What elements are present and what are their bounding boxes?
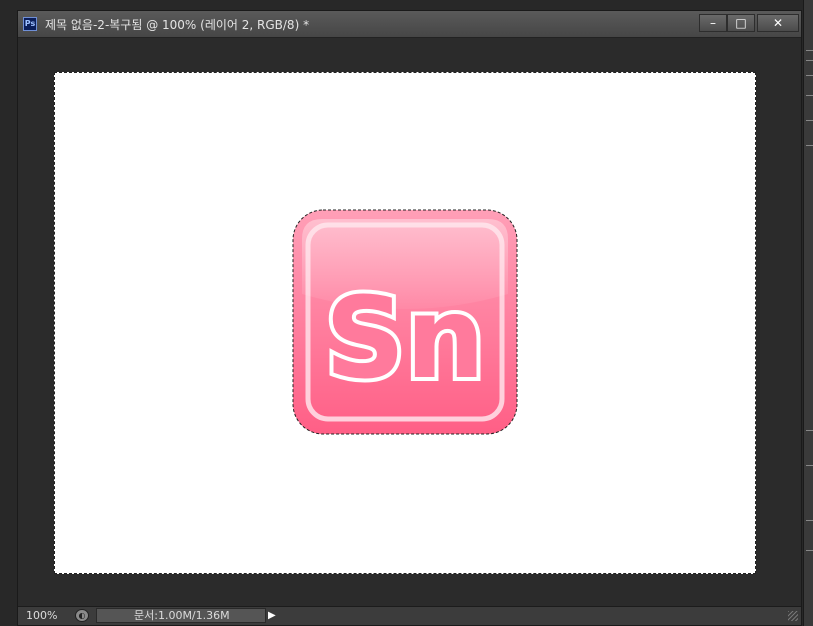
status-bar: 100% ◐ 문서:1.00M/1.36M ▶ (18, 606, 801, 625)
minimize-button[interactable]: – (699, 14, 727, 32)
maximize-button[interactable]: □ (727, 14, 755, 32)
zoom-level[interactable]: 100% (26, 609, 57, 622)
sn-logo-text: Sn (325, 274, 485, 404)
document-info: 문서:1.00M/1.36M (96, 608, 266, 623)
document-window: Ps 제목 없음-2-복구됨 @ 100% (레이어 2, RGB/8) * –… (17, 10, 802, 626)
photoshop-app-icon: Ps (23, 17, 37, 31)
sn-logo-icon: Sn (292, 209, 518, 435)
status-menu-arrow-icon[interactable]: ▶ (268, 609, 280, 623)
document-title: 제목 없음-2-복구됨 @ 100% (레이어 2, RGB/8) * (45, 18, 310, 32)
side-panel-strip[interactable] (803, 0, 813, 626)
workspace-area[interactable]: Sn (18, 38, 801, 607)
document-canvas[interactable]: Sn (54, 72, 756, 574)
sn-logo-image[interactable]: Sn (292, 209, 518, 435)
resize-grip-icon[interactable] (788, 611, 798, 621)
document-status-icon[interactable]: ◐ (75, 609, 89, 622)
title-bar[interactable]: Ps 제목 없음-2-복구됨 @ 100% (레이어 2, RGB/8) * –… (18, 11, 801, 38)
close-button[interactable]: ✕ (757, 14, 799, 32)
